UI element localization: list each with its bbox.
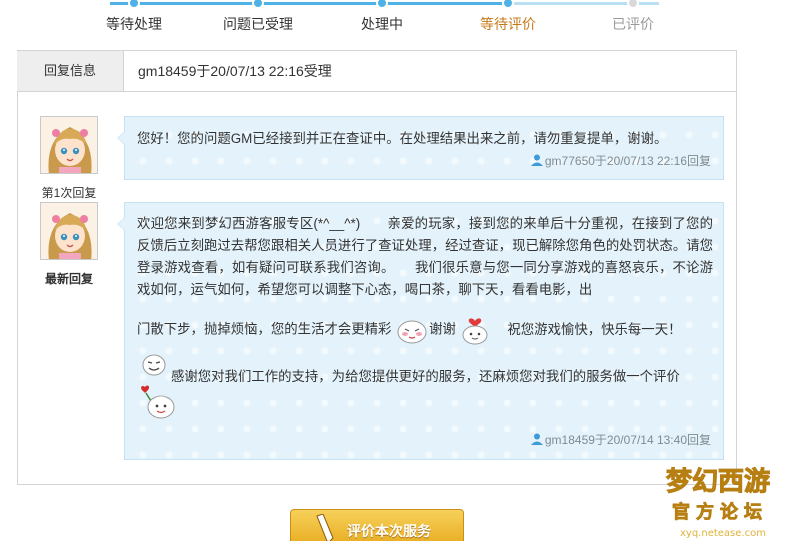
step-dot-4 [502, 0, 514, 9]
reply-caption-latest: 最新回复 [44, 272, 93, 286]
reply-line-2-text-a: 门散下步，抛掉烦恼，您的生活才会更精彩 [137, 321, 392, 337]
step-label-processing: 处理中 [361, 16, 403, 32]
reply-line-2-text-b: 谢谢 [429, 321, 456, 337]
forum-logo-icon: 梦幻西游 官方论坛 xyq.netease.com [666, 467, 771, 540]
reply-text: 您好！您的问题GM已经接到并正在查证中。在处理结果出来之前，请勿重复提单，谢谢。 [137, 131, 668, 146]
svg-text:官方论坛: 官方论坛 [672, 501, 768, 523]
progress-steps: 等待处理 问题已受理 处理中 等待评价 已评价 [0, 0, 809, 44]
reply-line-3: 感谢您对我们工作的支持，为给您提供更好的服务，还麻烦您对我们的服务做一个评价 [171, 369, 680, 384]
reply-line-2-text-c: 祝您游戏愉快，快乐每一天！ [507, 321, 682, 337]
thanks-emoji [141, 351, 167, 382]
watermark-logo: 梦幻西游 官方论坛 xyq.netease.com [662, 456, 804, 541]
user-icon [530, 433, 543, 445]
step-label-awaiting-rating: 等待评价 [480, 16, 536, 32]
reply-info-label: 回复信息 [17, 51, 124, 91]
reply-info-value: gm18459于20/07/13 22:16受理 [138, 63, 332, 79]
avatar [40, 116, 98, 174]
reply-line-2: 门散下步，抛掉烦恼，您的生活才会更精彩 谢谢 祝您游戏愉快，快乐每一天！ [137, 315, 713, 345]
smile-face-emoji-icon [142, 354, 166, 376]
girl-avatar-icon [41, 117, 97, 173]
reply-meta-text: gm77650于20/07/13 22:16回复 [544, 154, 711, 168]
shy-face-emoji-icon [397, 320, 427, 344]
step-dot-5 [627, 0, 639, 9]
svg-text:xyq.netease.com: xyq.netease.com [680, 528, 766, 539]
heart-face-emoji-icon [462, 318, 488, 345]
reply-bubble-latest: 欢迎您来到梦幻西游客服专区(*^__^*) 亲爱的玩家，接到您的来单后十分重视，… [117, 202, 724, 460]
svg-text:梦幻西游: 梦幻西游 [666, 467, 770, 497]
progress-track-completed [110, 2, 512, 5]
reply-meta: gm77650于20/07/13 22:16回复 [530, 152, 711, 169]
rose-emoji [139, 385, 177, 426]
step-label-accepted: 问题已受理 [223, 16, 293, 32]
reply-caption: 第1次回复 [41, 186, 97, 200]
reply-bubble: 您好！您的问题GM已经接到并正在查证中。在处理结果出来之前，请勿重复提单，谢谢。… [117, 116, 724, 180]
step-dot-3 [376, 0, 388, 9]
user-icon [530, 154, 543, 166]
rate-service-label: 评价本次服务 [347, 523, 431, 539]
step-label-waiting: 等待处理 [106, 16, 162, 32]
avatar [40, 202, 98, 260]
reply-paragraph: 欢迎您来到梦幻西游客服专区(*^__^*) 亲爱的玩家，接到您的来单后十分重视，… [137, 216, 713, 297]
rate-service-button[interactable]: 评价本次服务 [290, 509, 464, 541]
reply-meta-latest: gm18459于20/07/14 13:40回复 [530, 431, 711, 448]
pencil-icon [316, 514, 334, 541]
step-dot-2 [252, 0, 264, 9]
rose-face-emoji-icon [141, 385, 175, 419]
step-label-rated: 已评价 [612, 16, 654, 32]
reply-info-row: 回复信息 gm18459于20/07/13 22:16受理 [17, 50, 737, 92]
reply-meta-latest-text: gm18459于20/07/14 13:40回复 [544, 433, 711, 447]
step-dot-1 [128, 0, 140, 9]
girl-avatar-icon [41, 203, 97, 259]
